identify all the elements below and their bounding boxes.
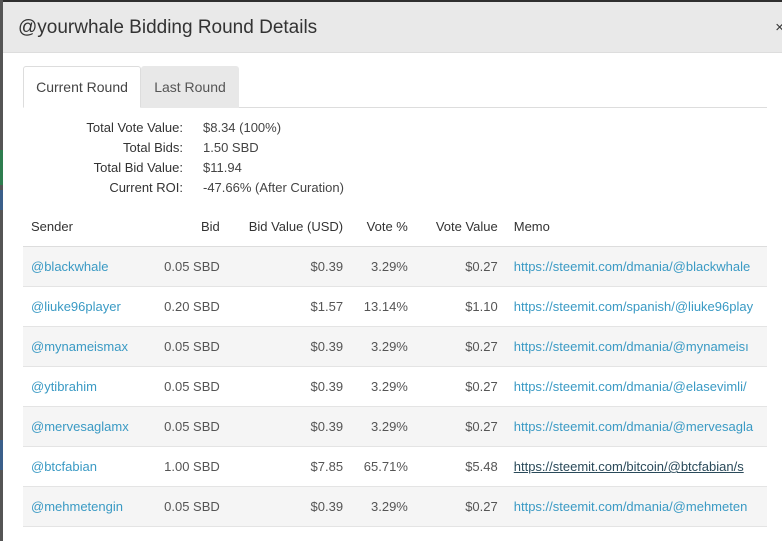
- tab-last-round[interactable]: Last Round: [141, 66, 239, 108]
- table-row: @mervesaglamx 0.05 SBD $0.39 3.29% $0.27 http…: [23, 406, 767, 447]
- vote-value: $0.27: [415, 326, 506, 367]
- vote-percent: 3.29%: [351, 246, 416, 287]
- column-header-bid: Bid: [148, 206, 228, 247]
- bid-amount: 0.20 SBD: [148, 286, 228, 327]
- column-header-memo: Memo: [505, 206, 767, 247]
- sender-link[interactable]: [23, 526, 149, 541]
- table-header-row: Sender Bid Bid Value (USD) Vote % Vote V…: [23, 206, 767, 247]
- sender-link[interactable]: @mehmetengin: [23, 486, 149, 527]
- bid-amount: 0.05 SBD: [148, 486, 228, 527]
- summary-total-vote-value: Total Vote Value: $8.34 (100%): [23, 118, 523, 138]
- vote-percent: 3.29%: [351, 366, 416, 407]
- sender-link[interactable]: @liuke96player: [23, 286, 149, 327]
- vote-value: $0.27: [415, 366, 506, 407]
- bid-value-usd: $0.39: [227, 326, 352, 367]
- memo-link[interactable]: https://steemit.com/dmania/@mervesagla: [505, 406, 767, 447]
- summary-label: Current ROI:: [109, 180, 183, 195]
- summary-current-roi: Current ROI: -47.66% (After Curation): [23, 178, 523, 198]
- vote-value: $5.48: [415, 446, 506, 487]
- summary-total-bid-value: Total Bid Value: $11.94: [23, 158, 523, 178]
- round-tabs: Current Round Last Round: [23, 66, 767, 108]
- summary-total-bids: Total Bids: 1.50 SBD: [23, 138, 523, 158]
- sender-link[interactable]: @mervesaglamx: [23, 406, 149, 447]
- summary-label: Total Vote Value:: [86, 120, 183, 135]
- modal-title: @yourwhale Bidding Round Details: [18, 17, 318, 38]
- memo-link[interactable]: [505, 526, 767, 541]
- column-header-vote-pct: Vote %: [351, 206, 416, 247]
- table-row: 0.05 SBD$0.393.29%$0.27: [23, 526, 767, 541]
- bid-value-usd: $0.39: [227, 406, 352, 447]
- summary-value: -47.66% (After Curation): [203, 180, 344, 195]
- modal-header: @yourwhale Bidding Round Details ×: [3, 2, 782, 53]
- memo-link[interactable]: https://steemit.com/spanish/@liuke96play: [505, 286, 767, 327]
- tab-current-round[interactable]: Current Round: [23, 66, 141, 108]
- column-header-bid-value: Bid Value (USD): [227, 206, 352, 247]
- bid-amount: 0.05 SBD: [148, 406, 228, 447]
- bid-value-usd: $1.57: [227, 286, 352, 327]
- sender-link[interactable]: @btcfabian: [23, 446, 149, 487]
- vote-value: $0.27: [415, 246, 506, 287]
- bid-amount: 0.05 SBD: [148, 246, 228, 287]
- bid-value-usd: $0.39: [227, 366, 352, 407]
- bid-amount: 0.05 SBD: [148, 526, 228, 541]
- summary-label: Total Bids:: [123, 140, 183, 155]
- summary-label: Total Bid Value:: [93, 160, 183, 175]
- vote-value: $1.10: [415, 286, 506, 327]
- vote-percent: 13.14%: [351, 286, 416, 327]
- memo-link[interactable]: https://steemit.com/dmania/@mehmeten: [505, 486, 767, 527]
- vote-percent: 3.29%: [351, 486, 416, 527]
- bids-table-container[interactable]: Sender Bid Bid Value (USD) Vote % Vote V…: [23, 206, 767, 541]
- vote-percent: 65.71%: [351, 446, 416, 487]
- sender-link[interactable]: @ytibrahim: [23, 366, 149, 407]
- bid-value-usd: $7.85: [227, 446, 352, 487]
- column-header-vote-value: Vote Value: [415, 206, 506, 247]
- table-row: @ytibrahim 0.05 SBD $0.39 3.29% $0.27 https:/…: [23, 366, 767, 407]
- bid-value-usd: $0.39: [227, 526, 352, 541]
- round-summary: Total Vote Value: $8.34 (100%) Total Bid…: [23, 118, 523, 198]
- vote-percent: 3.29%: [351, 406, 416, 447]
- memo-link[interactable]: https://steemit.com/dmania/@mynameisı: [505, 326, 767, 367]
- bid-value-usd: $0.39: [227, 486, 352, 527]
- bid-amount: 1.00 SBD: [148, 446, 228, 487]
- summary-value: 1.50 SBD: [203, 140, 259, 155]
- column-header-sender: Sender: [23, 206, 149, 247]
- bid-amount: 0.05 SBD: [148, 366, 228, 407]
- bids-table: Sender Bid Bid Value (USD) Vote % Vote V…: [23, 206, 767, 541]
- bid-amount: 0.05 SBD: [148, 326, 228, 367]
- summary-value: $11.94: [203, 160, 242, 175]
- table-row: @mynameismax 0.05 SBD $0.39 3.29% $0.27 https…: [23, 326, 767, 367]
- close-icon[interactable]: ×: [775, 19, 782, 36]
- sender-link[interactable]: @mynameismax: [23, 326, 149, 367]
- table-row: @blackwhale 0.05 SBD $0.39 3.29% $0.27 https:…: [23, 246, 767, 287]
- table-row: @btcfabian 1.00 SBD $7.85 65.71% $5.48 https:…: [23, 446, 767, 487]
- table-row: @liuke96player 0.20 SBD $1.57 13.14% $1.10 ht…: [23, 286, 767, 327]
- memo-link[interactable]: https://steemit.com/dmania/@blackwhale: [505, 246, 767, 287]
- bid-value-usd: $0.39: [227, 246, 352, 287]
- vote-percent: 3.29%: [351, 326, 416, 367]
- memo-link[interactable]: https://steemit.com/dmania/@elasevimli/: [505, 366, 767, 407]
- vote-value: $0.27: [415, 406, 506, 447]
- memo-link[interactable]: https://steemit.com/bitcoin/@btcfabian/s: [505, 446, 767, 487]
- vote-percent: 3.29%: [351, 526, 416, 541]
- vote-value: $0.27: [415, 486, 506, 527]
- vote-value: $0.27: [415, 526, 506, 541]
- bidding-round-modal: @yourwhale Bidding Round Details × Curre…: [3, 2, 782, 541]
- summary-value: $8.34 (100%): [203, 120, 282, 135]
- table-row: @mehmetengin 0.05 SBD $0.39 3.29% $0.27 https…: [23, 486, 767, 527]
- sender-link[interactable]: @blackwhale: [23, 246, 149, 287]
